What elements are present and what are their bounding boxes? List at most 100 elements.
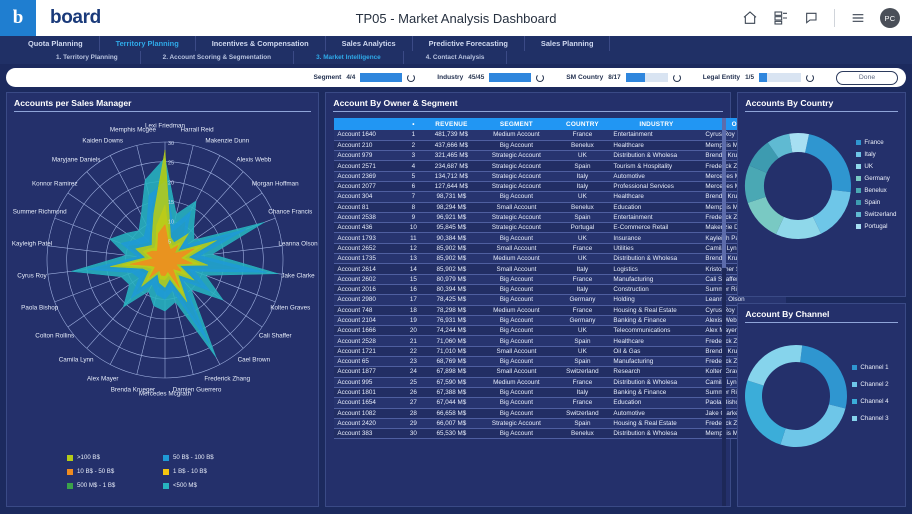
table-row[interactable]: Account 7481878,298 M$Medium AccountFran… [334,305,786,315]
nav-tab-3[interactable]: Sales Analytics [326,36,413,51]
legend-item[interactable]: France [856,139,896,146]
table-row[interactable]: Account 10822866,658 M$Big AccountSwitze… [334,408,786,418]
filter-3[interactable]: Legal Entity1/5 [703,73,814,82]
nav-tab-0[interactable]: Quota Planning [12,36,100,51]
legend-item[interactable]: Germany [856,175,896,182]
table-row[interactable]: Account 3833065,530 M$Big AccountBenelux… [334,429,786,439]
column-header-3[interactable]: SEGMENT [478,118,554,130]
table-row[interactable]: Account 2538996,921 M$Strategic AccountS… [334,212,786,222]
nav-tab-4[interactable]: Predictive Forecasting [413,36,525,51]
data-model-icon[interactable] [772,10,789,27]
column-header-0[interactable] [334,118,402,130]
table-scrollbar-thumb[interactable] [722,118,726,268]
filter-reset-icon[interactable] [407,74,415,82]
nav-tab-5[interactable]: Sales Planning [525,36,611,51]
table-scroll-area[interactable]: •REVENUESEGMENTCOUNTRYINDUSTRYOWNER Acco… [334,118,722,506]
filter-bar[interactable] [489,73,531,82]
country-donut-chart[interactable]: France Italy UK Germany Benelux Spain Switzerl… [738,112,905,262]
filter-bar[interactable] [626,73,668,82]
filter-bar[interactable] [759,73,801,82]
table-row[interactable]: Account 21041976,931 M$Big AccountGerman… [334,315,786,325]
donut-slice[interactable] [748,345,803,386]
table-row[interactable]: Account 24202966,007 M$Strategic Account… [334,418,786,428]
legend-item[interactable]: 10 B$ - 50 B$ [67,468,163,475]
filter-reset-icon[interactable] [806,74,814,82]
table-row[interactable]: Account 81898,294 M$Small AccountBenelux… [334,202,786,212]
donut-slice[interactable] [805,134,851,192]
nav-subtab-0[interactable]: 1. Territory Planning [34,51,141,64]
donut-slice[interactable] [745,380,786,444]
channel-donut-chart[interactable]: Channel 1 Channel 2 Channel 4 Channel 3 [738,323,905,473]
legend-item[interactable]: UK [856,163,896,170]
donut-slice[interactable] [748,196,784,233]
table-row[interactable]: Account 20161680,394 M$Big AccountItalyC… [334,284,786,294]
filter-1[interactable]: Industry45/45 [437,73,544,82]
legend-item[interactable]: Switzerland [856,211,896,218]
radar-chart[interactable]: 51015202530Lexi FriedmanHarrall ReidMake… [7,112,318,412]
donut-slice[interactable] [813,189,851,233]
filter-bar[interactable] [360,73,402,82]
table-row[interactable]: Account 26521285,902 M$Small AccountFran… [334,243,786,253]
nav-tab-2[interactable]: Incentives & Compensation [196,36,326,51]
legend-item[interactable]: Italy [856,151,896,158]
cell-acct: Account 1654 [334,398,402,408]
table-row[interactable]: Account 29801778,425 M$Big AccountGerman… [334,295,786,305]
legend-item[interactable]: 500 M$ - 1 B$ [67,482,163,489]
filter-2[interactable]: SM Country8/17 [566,73,680,82]
table-row[interactable]: Account 9793321,465 M$Strategic AccountU… [334,151,786,161]
table-row[interactable]: Account 652368,769 M$Big AccountSpainMan… [334,357,786,367]
table-row[interactable]: Account 26141485,902 M$Small AccountItal… [334,264,786,274]
filter-reset-icon[interactable] [536,74,544,82]
filter-reset-icon[interactable] [673,74,681,82]
table-row[interactable]: Account 17931190,384 M$Big AccountUKInsu… [334,233,786,243]
nav-subtab-1[interactable]: 2. Account Scoring & Segmentation [141,51,294,64]
legend-item[interactable]: Benelux [856,187,896,194]
legend-item[interactable]: Channel 3 [852,415,888,422]
legend-item[interactable]: Spain [856,199,896,206]
column-header-1[interactable]: • [402,118,424,130]
table-row[interactable]: Account 9952567,590 M$Medium AccountFran… [334,377,786,387]
legend-item[interactable]: Portugal [856,223,896,230]
menu-icon[interactable] [849,10,866,27]
table-row[interactable]: Account 2102437,666 M$Big AccountBenelux… [334,140,786,150]
done-button[interactable]: Done [836,71,898,85]
legend-item[interactable]: 50 B$ - 100 B$ [163,454,259,461]
legend-item[interactable]: 1 B$ - 10 B$ [163,468,259,475]
legend-item[interactable]: <500 M$ [163,482,259,489]
column-header-4[interactable]: COUNTRY [554,118,610,130]
filter-0[interactable]: Segment4/4 [314,73,416,82]
table-row[interactable]: Account 18012667,388 M$Big AccountItalyB… [334,387,786,397]
table-row[interactable]: Account 25282171,060 M$Big AccountSpainH… [334,336,786,346]
table-row[interactable]: Account 20776127,644 M$Strategic Account… [334,181,786,191]
app-logo[interactable]: b [0,0,36,36]
home-icon[interactable] [741,10,758,27]
donut-slice[interactable] [781,404,846,447]
table-row[interactable]: Account 26021580,979 M$Big AccountFrance… [334,274,786,284]
donut-slice[interactable] [776,216,821,238]
table-row[interactable]: Account 4361095,845 M$Strategic AccountP… [334,223,786,233]
table-row[interactable]: Account 304798,731 M$Big AccountUKHealth… [334,192,786,202]
table-row[interactable]: Account 23695134,712 M$Strategic Account… [334,171,786,181]
legend-item[interactable]: Channel 1 [852,364,888,371]
column-header-2[interactable]: REVENUE [424,118,478,130]
chat-icon[interactable] [803,10,820,27]
table-row[interactable]: Account 16401481,739 M$Medium AccountFra… [334,130,786,140]
legend-label: >100 B$ [77,454,100,461]
legend-item[interactable]: >100 B$ [67,454,163,461]
legend-item[interactable]: Channel 2 [852,381,888,388]
table-row[interactable]: Account 16662074,244 M$Big AccountUKTele… [334,326,786,336]
table-scrollbar[interactable] [722,118,726,506]
table-row[interactable]: Account 18772467,898 M$Small AccountSwit… [334,367,786,377]
nav-tab-1[interactable]: Territory Planning [100,36,196,51]
table-row[interactable]: Account 17212271,010 M$Small AccountUKOi… [334,346,786,356]
table-row[interactable]: Account 17351385,902 M$Medium AccountUKD… [334,254,786,264]
avatar[interactable]: PC [880,8,900,28]
cell-acct: Account 748 [334,305,402,315]
table-row[interactable]: Account 16542767,044 M$Big AccountFrance… [334,398,786,408]
column-header-5[interactable]: INDUSTRY [610,118,702,130]
donut-slice[interactable] [801,345,848,408]
nav-subtab-3[interactable]: 4. Contact Analysis [404,51,508,64]
nav-subtab-2[interactable]: 3. Market Intelligence [294,51,404,64]
table-row[interactable]: Account 25714234,687 M$Strategic Account… [334,161,786,171]
legend-item[interactable]: Channel 4 [852,398,888,405]
